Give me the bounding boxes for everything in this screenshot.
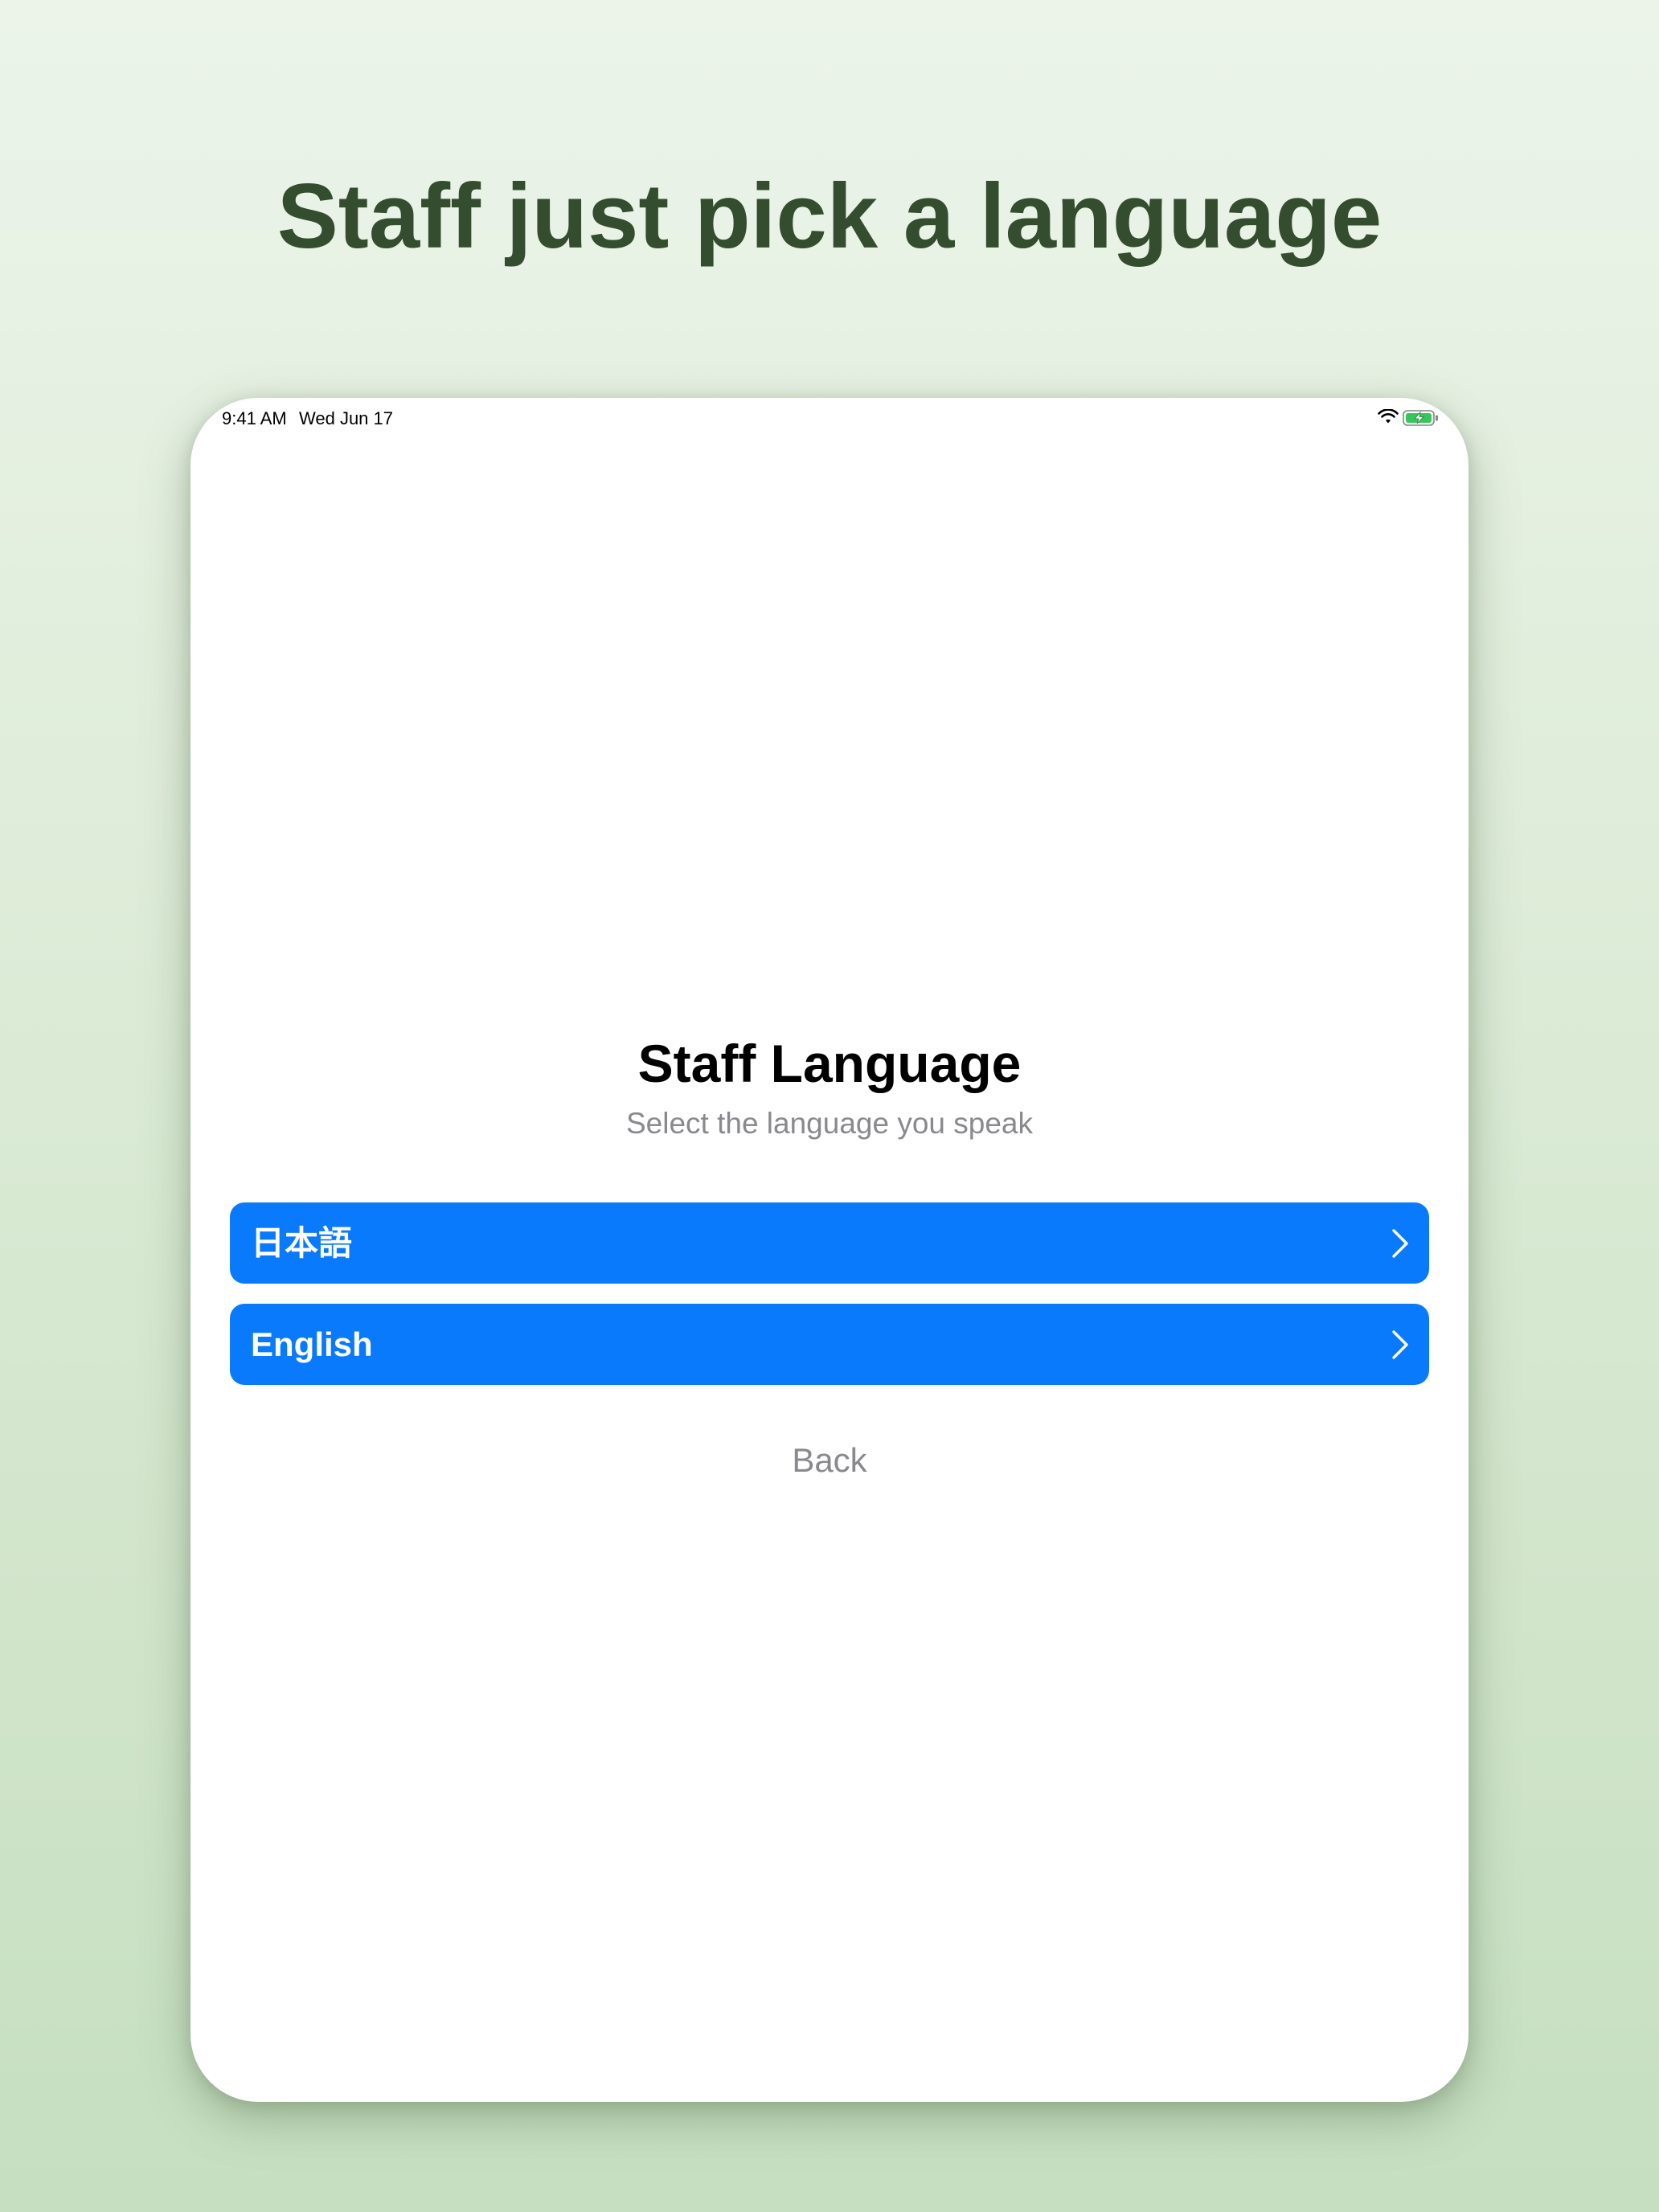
tablet-screen: 9:41 AM Wed Jun 17 Staff Language Select… (190, 398, 1469, 2102)
battery-charging-icon (1403, 410, 1438, 426)
status-time: 9:41 AM (222, 408, 287, 428)
status-date: Wed Jun 17 (299, 408, 394, 428)
screen-subtitle: Select the language you speak (625, 1107, 1034, 1140)
language-button-english[interactable]: English (230, 1304, 1429, 1385)
language-label: 日本語 (251, 1224, 353, 1262)
promo-headline: Staff just pick a language (276, 166, 1382, 268)
chevron-right-icon (1392, 1330, 1408, 1359)
language-button-japanese[interactable]: 日本語 (230, 1202, 1429, 1284)
language-label: English (251, 1325, 373, 1363)
back-button[interactable]: Back (190, 1440, 1469, 1481)
screen-title: Staff Language (637, 1034, 1022, 1093)
wifi-icon (1378, 409, 1399, 424)
chevron-right-icon (1392, 1229, 1408, 1258)
status-bar: 9:41 AM Wed Jun 17 (190, 398, 1469, 438)
